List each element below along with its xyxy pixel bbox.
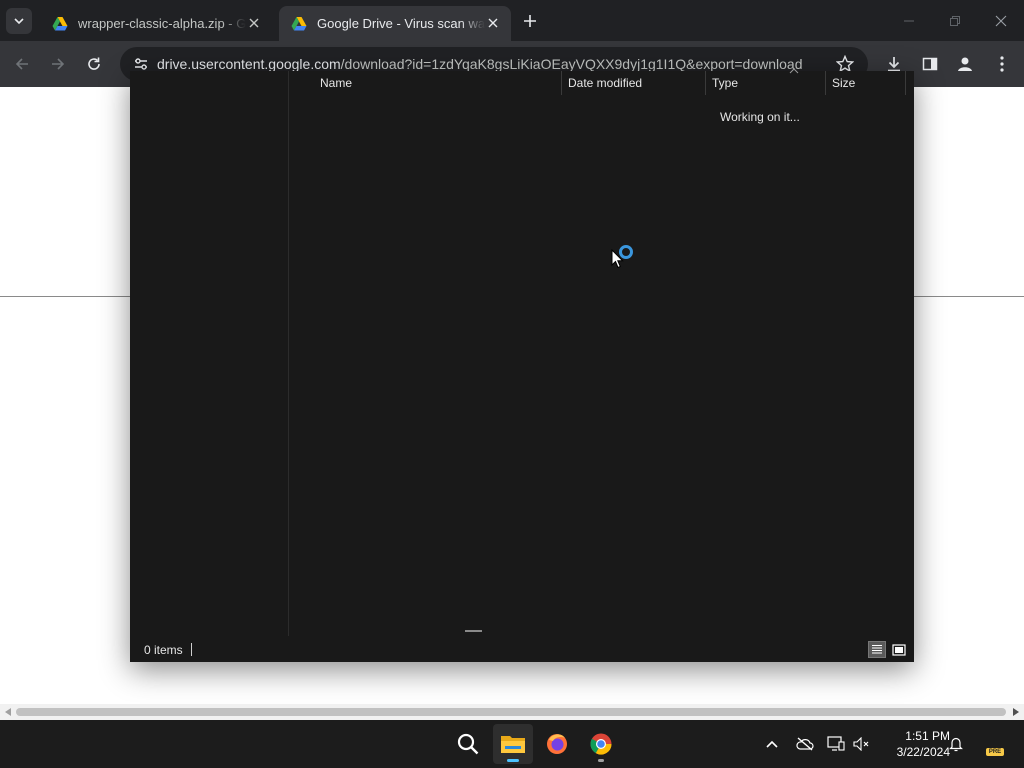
- preview-build-badge: PRE: [986, 748, 1004, 756]
- tab-strip: wrapper-classic-alpha.zip - Google Drive…: [0, 0, 1024, 41]
- back-button[interactable]: [9, 51, 35, 77]
- minimize-icon: [904, 20, 914, 22]
- plus-icon: [524, 15, 536, 27]
- status-separator: [191, 643, 192, 656]
- tab-search-button[interactable]: [6, 8, 32, 34]
- display-icon[interactable]: [826, 734, 846, 754]
- chevron-up-icon: [766, 740, 778, 748]
- volume-muted-icon[interactable]: [852, 734, 872, 754]
- large-icons-view-button[interactable]: [890, 641, 908, 658]
- details-view-icon: [872, 645, 882, 654]
- large-icons-view-icon: [892, 643, 906, 656]
- new-tab-button[interactable]: [519, 10, 541, 32]
- active-app-indicator: [507, 759, 519, 762]
- reload-icon: [88, 57, 100, 70]
- file-explorer-icon: [501, 736, 525, 753]
- details-view-button[interactable]: [868, 641, 886, 658]
- tab-wrapper-classic[interactable]: wrapper-classic-alpha.zip - Google Drive: [40, 6, 272, 41]
- arrow-right-icon: [52, 58, 65, 70]
- list-scroll-indicator[interactable]: [465, 630, 482, 632]
- tab-close-icon[interactable]: [246, 15, 262, 31]
- chrome-icon: [590, 733, 612, 755]
- taskbar-file-explorer[interactable]: [493, 724, 533, 764]
- chrome-menu-button[interactable]: [990, 52, 1014, 76]
- navigation-pane[interactable]: [130, 71, 288, 636]
- tab-title: Google Drive - Virus scan warning: [317, 16, 485, 31]
- taskbar-search-button[interactable]: [448, 724, 488, 764]
- mouse-cursor-icon: [611, 249, 624, 269]
- bell-icon: [949, 737, 963, 752]
- column-header-name[interactable]: Name: [314, 71, 562, 95]
- kebab-menu-icon: [1000, 56, 1004, 72]
- clock-date: 3/22/2024: [896, 745, 950, 759]
- taskbar-chrome[interactable]: [581, 724, 621, 764]
- tab-close-icon[interactable]: [485, 15, 501, 31]
- chevron-down-icon: [14, 18, 24, 25]
- reload-button[interactable]: [81, 51, 107, 77]
- url-text[interactable]: drive.usercontent.google.com/download?id…: [157, 56, 847, 72]
- tab-title: wrapper-classic-alpha.zip - Google Drive: [78, 16, 246, 31]
- close-icon: [995, 15, 1007, 27]
- close-window-button[interactable]: [990, 10, 1012, 32]
- firefox-icon: [547, 734, 567, 754]
- url-host: drive.usercontent.google.com: [157, 56, 341, 72]
- file-list[interactable]: Name Date modified Type Size Working on …: [289, 68, 914, 636]
- google-drive-icon: [52, 16, 68, 30]
- item-count: 0 items: [144, 643, 183, 657]
- side-panel-button[interactable]: [918, 52, 942, 76]
- horizontal-scrollbar[interactable]: [0, 704, 1024, 720]
- clock-time: 1:51 PM: [905, 729, 950, 743]
- taskbar-firefox[interactable]: [537, 724, 577, 764]
- search-icon: [457, 733, 479, 755]
- restore-button[interactable]: [944, 10, 966, 32]
- column-header-type[interactable]: Type: [706, 71, 826, 95]
- profile-button[interactable]: [953, 52, 977, 76]
- notifications-button[interactable]: [946, 734, 966, 754]
- taskbar: 1:51 PM 3/22/2024 PRE: [0, 720, 1024, 768]
- column-header-size[interactable]: Size: [826, 71, 906, 95]
- minimize-button[interactable]: [898, 10, 920, 32]
- dialog-status-bar: 0 items: [130, 636, 914, 662]
- system-clock[interactable]: 1:51 PM 3/22/2024: [876, 728, 950, 760]
- arrow-left-icon: [15, 58, 28, 70]
- url-path: /download?id=1zdYqaK8gsLiKiaOEayVQXX9dyj…: [340, 56, 803, 72]
- onedrive-offline-icon[interactable]: [795, 734, 815, 754]
- google-drive-icon: [291, 16, 307, 30]
- show-hidden-icons-button[interactable]: [762, 734, 782, 754]
- profile-icon: [958, 57, 972, 71]
- tab-virus-scan-warning[interactable]: Google Drive - Virus scan warning: [279, 6, 511, 41]
- side-panel-icon: [922, 57, 938, 71]
- scrollbar-thumb[interactable]: [16, 708, 1006, 716]
- forward-button[interactable]: [45, 51, 71, 77]
- column-header-date-modified[interactable]: Date modified: [562, 71, 706, 95]
- loading-message: Working on it...: [720, 110, 800, 124]
- running-app-indicator: [598, 759, 604, 762]
- restore-icon: [950, 16, 960, 26]
- scroll-left-arrow-icon[interactable]: [3, 707, 13, 717]
- scroll-right-arrow-icon[interactable]: [1011, 707, 1021, 717]
- save-file-dialog: Name Date modified Type Size Working on …: [130, 68, 914, 662]
